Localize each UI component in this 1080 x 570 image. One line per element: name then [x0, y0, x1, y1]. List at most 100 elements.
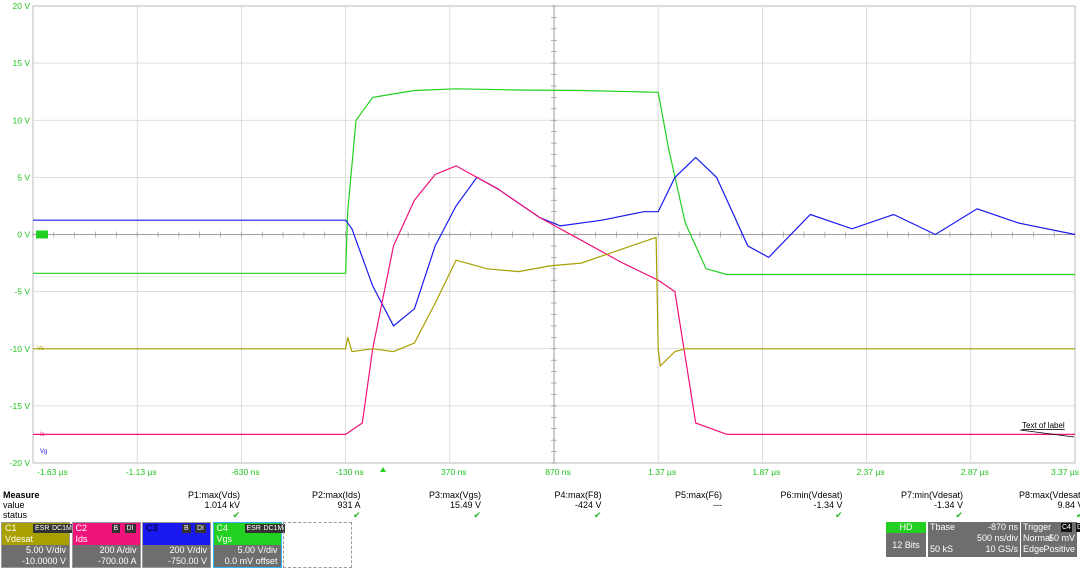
- measure-status-check: ✔: [1075, 510, 1080, 520]
- x-tick-label: 1.37 µs: [648, 467, 676, 477]
- channel-offset: 0.0 mV offset: [224, 556, 278, 566]
- measure-param-value: -424 V: [574, 500, 602, 510]
- channel-id: C3: [146, 523, 158, 533]
- measure-status-row: status ✔ ✔ ✔ ✔ ✔ ✔ ✔: [0, 510, 1080, 520]
- channel-scale: 5.00 V/div: [25, 545, 66, 555]
- y-tick-label: 20 V: [13, 1, 31, 11]
- channel-name: Vdesat: [2, 534, 69, 545]
- y-tick-label: 10 V: [13, 115, 31, 125]
- y-tick-label: -20 V: [10, 458, 31, 468]
- channel-scale: 5.00 V/div: [237, 545, 278, 555]
- y-axis-labels: 20 V 15 V 10 V 5 V 0 V -5 V -10 V -15 V -20 V: [10, 1, 31, 468]
- x-axis-labels: -1.63 µs -1.13 µs -630 ns -130 ns 370 ns 870 …: [37, 467, 1079, 477]
- trigger-coupling-tag: DC: [1076, 523, 1080, 532]
- channel-tag: DC1M: [50, 524, 74, 533]
- channel-tag: DI: [195, 524, 206, 533]
- measure-title: Measure: [3, 490, 40, 500]
- measure-param-name[interactable]: P1:max(Vds): [110, 490, 240, 500]
- y-tick-label: -15 V: [10, 401, 31, 411]
- measure-param-name[interactable]: P4:max(F8): [472, 490, 601, 500]
- x-tick-label: 1.87 µs: [752, 467, 780, 477]
- ground-marker: [36, 230, 48, 239]
- measure-header-row: Measure P1:max(Vds) P2:max(Ids) P3:max(Vgs…: [0, 490, 1080, 500]
- measure-status-check: ✔: [593, 510, 602, 520]
- measure-param-value: -1.34 V: [933, 500, 963, 510]
- channel-offset: -10.0000 V: [21, 556, 66, 566]
- x-tick-label: 2.87 µs: [961, 467, 989, 477]
- channel-id: C2: [75, 523, 88, 533]
- timebase-div: 500 ns/div: [976, 533, 1018, 543]
- y-tick-label: 15 V: [13, 58, 31, 68]
- channel-tag: DC1M: [261, 524, 286, 533]
- channel-id: C1: [5, 523, 17, 533]
- measure-status-check: ✔: [834, 510, 843, 520]
- measure-param-name[interactable]: P6:min(Vdesat): [713, 490, 842, 500]
- measure-param-value: 9.84 V: [1057, 500, 1080, 510]
- grid-lines: [32, 5, 1076, 464]
- x-tick-label: -630 ns: [231, 467, 259, 477]
- measure-status-check: ✔: [955, 510, 963, 520]
- channel-c1-box[interactable]: C1 ESR DC1M Vdesat 5.00 V/div -10.0000 V: [1, 522, 74, 568]
- x-tick-label: 870 ns: [545, 467, 571, 477]
- trigger-values: 50 mV Positive: [1021, 533, 1077, 557]
- measure-param-value: 1.014 kV: [204, 500, 240, 510]
- timebase-label: Tbase: [930, 522, 956, 532]
- label-annotation[interactable]: Text of label: [1022, 421, 1065, 430]
- timebase-samples: 50 kS: [930, 544, 954, 554]
- y-tick-label: -5 V: [14, 287, 30, 297]
- channel-tag: DI: [124, 524, 136, 533]
- channel-c4-box[interactable]: C4 ESR DC1M Vgs 5.00 V/div 0.0 mV offset: [212, 522, 286, 568]
- x-tick-label: -1.63 µs: [37, 467, 68, 477]
- channel-c3-box[interactable]: C3 B DI Vds 200 V/div -750.00 V: [142, 522, 211, 568]
- measure-status-check: ✔: [473, 510, 481, 520]
- measure-status-check: ✔: [352, 510, 361, 520]
- measure-table: Measure P1:max(Vds) P2:max(Ids) P3:max(Vgs…: [0, 490, 1080, 522]
- timebase-rate: 10 GS/s: [985, 544, 1018, 554]
- y-tick-label: -10 V: [10, 344, 31, 354]
- x-tick-label: -130 ns: [335, 467, 363, 477]
- label-annotation-line: [1019, 429, 1075, 438]
- measure-param-name[interactable]: P7:min(Vdesat): [833, 490, 963, 500]
- hd-panel[interactable]: HD 12 Bits: [886, 522, 926, 557]
- trigger-marker: [380, 467, 386, 472]
- measure-param-name[interactable]: P3:max(Vgs): [351, 490, 481, 500]
- oscilloscope-grid: 20 V 15 V 10 V 5 V 0 V -5 V -10 V -15 V -20 V -1…: [10, 1, 1079, 477]
- channel-id: C4: [216, 523, 229, 533]
- x-tick-label: -1.13 µs: [126, 467, 157, 477]
- empty-channel-slot[interactable]: [283, 522, 352, 568]
- measure-param-name[interactable]: P2:max(Ids): [231, 490, 361, 500]
- channel-tag: ESR: [244, 524, 263, 533]
- measure-value-row: value 1.014 kV 931 A 15.49 V -424 V --- -1.34…: [0, 500, 1080, 510]
- x-tick-label: 3.37 µs: [1051, 467, 1079, 477]
- measure-param-value: 15.49 V: [449, 500, 481, 510]
- status-label: status: [3, 510, 28, 520]
- channel-name: Vds: [143, 534, 210, 545]
- y-tick-label: 0 V: [17, 230, 30, 240]
- vg-marker: Vg: [40, 449, 47, 455]
- measure-param-value: ---: [713, 500, 722, 510]
- channel-offset: -750.00 V: [167, 556, 207, 566]
- y-tick-label: 5 V: [17, 172, 30, 182]
- bits-label: 12 Bits: [886, 533, 926, 557]
- measure-param-name[interactable]: P8:max(Vdesat): [954, 490, 1080, 500]
- channel-tag: ESR: [33, 524, 52, 533]
- trigger-channel-tag: C4: [1061, 523, 1072, 532]
- channel-scale: 200 V/div: [169, 545, 207, 555]
- measure-param-name[interactable]: P5:max(F6): [592, 490, 722, 500]
- channel-tag: B: [111, 524, 121, 533]
- channel-name: Ids: [72, 534, 140, 545]
- x-tick-label: 370 ns: [441, 467, 467, 477]
- measure-status-check: ✔: [232, 510, 240, 520]
- measure-param-value: -1.34 V: [813, 500, 843, 510]
- hd-badge: HD: [886, 522, 926, 533]
- timebase-delay: -870 ns: [987, 522, 1018, 532]
- channel-scale: 200 A/div: [99, 545, 137, 555]
- timebase-panel[interactable]: Tbase -870 ns 500 ns/div 50 kS 10 GS/s: [928, 522, 1020, 557]
- measure-param-value: 931 A: [337, 500, 361, 510]
- x-tick-label: 2.37 µs: [857, 467, 885, 477]
- trigger-slope: Positive: [1043, 544, 1075, 554]
- channel-name: Vgs: [213, 534, 281, 545]
- channel-c2-box[interactable]: C2 B DI Ids 200 A/div -700.00 A: [71, 522, 141, 568]
- vs-marker: Vs: [37, 346, 44, 352]
- is-marker: Is: [40, 432, 45, 438]
